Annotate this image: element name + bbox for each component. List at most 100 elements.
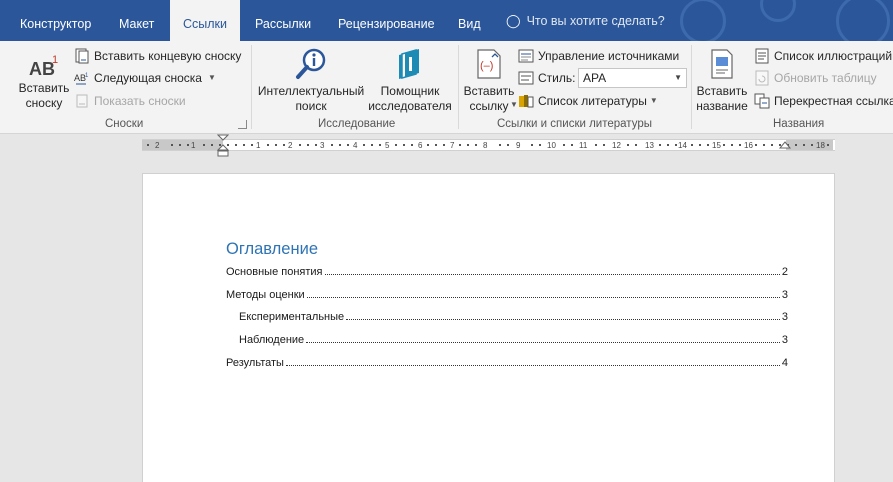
tell-me-box[interactable]: ◯ Что вы хотите сделать?: [506, 0, 665, 41]
ruler-dot: [827, 144, 829, 146]
ruler-dot: [627, 144, 629, 146]
tab-design[interactable]: Конструктор: [8, 0, 103, 41]
ruler-tick-label: 1: [256, 141, 261, 150]
ruler-tick-label: 4: [353, 141, 358, 150]
update-table-button[interactable]: Обновить таблицу: [754, 68, 877, 88]
ruler-dot: [339, 144, 341, 146]
ruler-tick-label: 8: [483, 141, 488, 150]
ruler-dot: [739, 144, 741, 146]
bibliography-button[interactable]: Список литературы ▼: [518, 91, 658, 111]
manage-sources-icon: [518, 49, 534, 63]
researcher-button[interactable]: Помощник исследователя: [367, 47, 453, 114]
toc-entry[interactable]: Основные понятия 2: [226, 263, 788, 278]
table-of-figures-button[interactable]: Список иллюстраций: [754, 46, 892, 66]
indent-marker-icon[interactable]: [217, 134, 229, 158]
citation-style-select[interactable]: APA ▼: [578, 68, 687, 88]
smart-lookup-icon: [296, 48, 326, 79]
ruler-dot: [795, 144, 797, 146]
style-label-group: Стиль:: [518, 68, 575, 88]
toc-leader: [346, 319, 780, 320]
chevron-down-icon: ▼: [674, 73, 682, 82]
ruler-dot: [699, 144, 701, 146]
style-label: Стиль:: [538, 71, 576, 85]
document-page[interactable]: Оглавление Основные понятия 2 Методы оце…: [142, 173, 835, 482]
tab-review[interactable]: Рецензирование: [326, 0, 447, 41]
tab-layout[interactable]: Макет: [107, 0, 166, 41]
ruler-dot: [283, 144, 285, 146]
insert-endnote-button[interactable]: Вставить концевую сноску: [74, 46, 241, 66]
show-notes-label: Показать сноски: [94, 94, 186, 108]
ruler-dot: [211, 144, 213, 146]
ruler-dot: [267, 144, 269, 146]
toc-entry[interactable]: Експериментальные 3: [239, 308, 788, 323]
show-notes-button[interactable]: Показать сноски: [74, 91, 186, 111]
footnote-icon: AB 1: [29, 54, 58, 79]
ruler-dot: [315, 144, 317, 146]
chevron-down-icon[interactable]: ▼: [650, 91, 658, 111]
ruler-tick-label: 15: [712, 141, 721, 150]
decorative-circle-icon: [760, 0, 796, 22]
ruler-dot: [531, 144, 533, 146]
ruler-tick-label: 2: [155, 141, 160, 150]
tab-mailings[interactable]: Рассылки: [243, 0, 323, 41]
toc-entry-text: Експериментальные: [239, 311, 345, 323]
next-footnote-button[interactable]: AB 1 Следующая сноска ▼: [74, 68, 216, 88]
horizontal-ruler[interactable]: 2 1 1 2 3 4 5 6 7 8 9 10 11 12 13 14 15 16 18: [142, 139, 835, 151]
ruler-tick-label: 5: [385, 141, 390, 150]
cross-reference-button[interactable]: Перекрестная ссылка: [754, 91, 893, 111]
show-notes-icon: [76, 94, 88, 108]
footnotes-group-label: Сноски: [105, 118, 144, 130]
update-table-label: Обновить таблицу: [774, 71, 877, 85]
tell-me-text: Что вы хотите сделать?: [526, 13, 665, 28]
insert-footnote-button[interactable]: AB 1 Вставить сноску: [14, 51, 74, 111]
ruler-dot: [675, 144, 677, 146]
ruler-tick-label: 2: [288, 141, 293, 150]
ruler-tick-label: 12: [612, 141, 621, 150]
update-table-icon: [755, 70, 769, 86]
ruler-dot: [147, 144, 149, 146]
toc-page-number: 3: [781, 334, 788, 346]
group-separator: [691, 45, 692, 129]
toc-page-number: 2: [781, 266, 788, 278]
next-footnote-icon: AB1: [74, 73, 89, 85]
toc-leader: [285, 365, 780, 366]
tab-references[interactable]: Ссылки: [170, 0, 240, 41]
toc-entry-text: Результаты: [226, 357, 284, 369]
table-of-figures-label: Список иллюстраций: [774, 49, 893, 63]
tab-view[interactable]: Вид: [446, 0, 493, 41]
ruler-dot: [507, 144, 509, 146]
smart-lookup-button[interactable]: Интеллектуальный поиск: [255, 47, 367, 114]
ruler-dot: [755, 144, 757, 146]
insert-footnote-label: Вставить сноску: [18, 81, 70, 110]
ruler-dot: [403, 144, 405, 146]
group-separator: [458, 45, 459, 129]
toc-entry-text: Методы оценки: [226, 289, 305, 301]
manage-sources-button[interactable]: Управление источниками: [518, 46, 679, 66]
bibliography-label: Список литературы: [538, 94, 647, 108]
chevron-down-icon[interactable]: ▼: [510, 100, 518, 109]
insert-citation-icon: (–): [477, 49, 501, 79]
toc-entry[interactable]: Методы оценки 3: [226, 286, 788, 301]
chevron-down-icon[interactable]: ▼: [208, 68, 216, 88]
ruler-dot: [235, 144, 237, 146]
ruler-dot: [635, 144, 637, 146]
table-of-figures-icon: [755, 48, 769, 64]
toc-entry[interactable]: Результаты 4: [226, 354, 788, 369]
ruler-dot: [595, 144, 597, 146]
ruler-dot: [771, 144, 773, 146]
insert-caption-button[interactable]: Вставить название: [694, 47, 750, 114]
ribbon-tab-bar: Конструктор Макет Ссылки Рассылки Реценз…: [0, 0, 893, 48]
ruler-dot: [363, 144, 365, 146]
insert-endnote-label: Вставить концевую сноску: [94, 49, 242, 63]
insert-caption-label: Вставить название: [696, 84, 748, 113]
decorative-circle-icon: [680, 0, 726, 44]
cross-reference-label: Перекрестная ссылка: [774, 94, 893, 108]
ruler-dot: [243, 144, 245, 146]
toc-entry[interactable]: Наблюдение 3: [239, 331, 788, 346]
ruler-right-margin: [786, 140, 833, 150]
insert-citation-button[interactable]: (–) Вставить ссылку: [461, 47, 517, 114]
ruler-dot: [347, 144, 349, 146]
right-indent-marker-icon[interactable]: [779, 140, 791, 152]
ruler-dot: [331, 144, 333, 146]
dialog-launcher-icon[interactable]: [238, 120, 247, 129]
